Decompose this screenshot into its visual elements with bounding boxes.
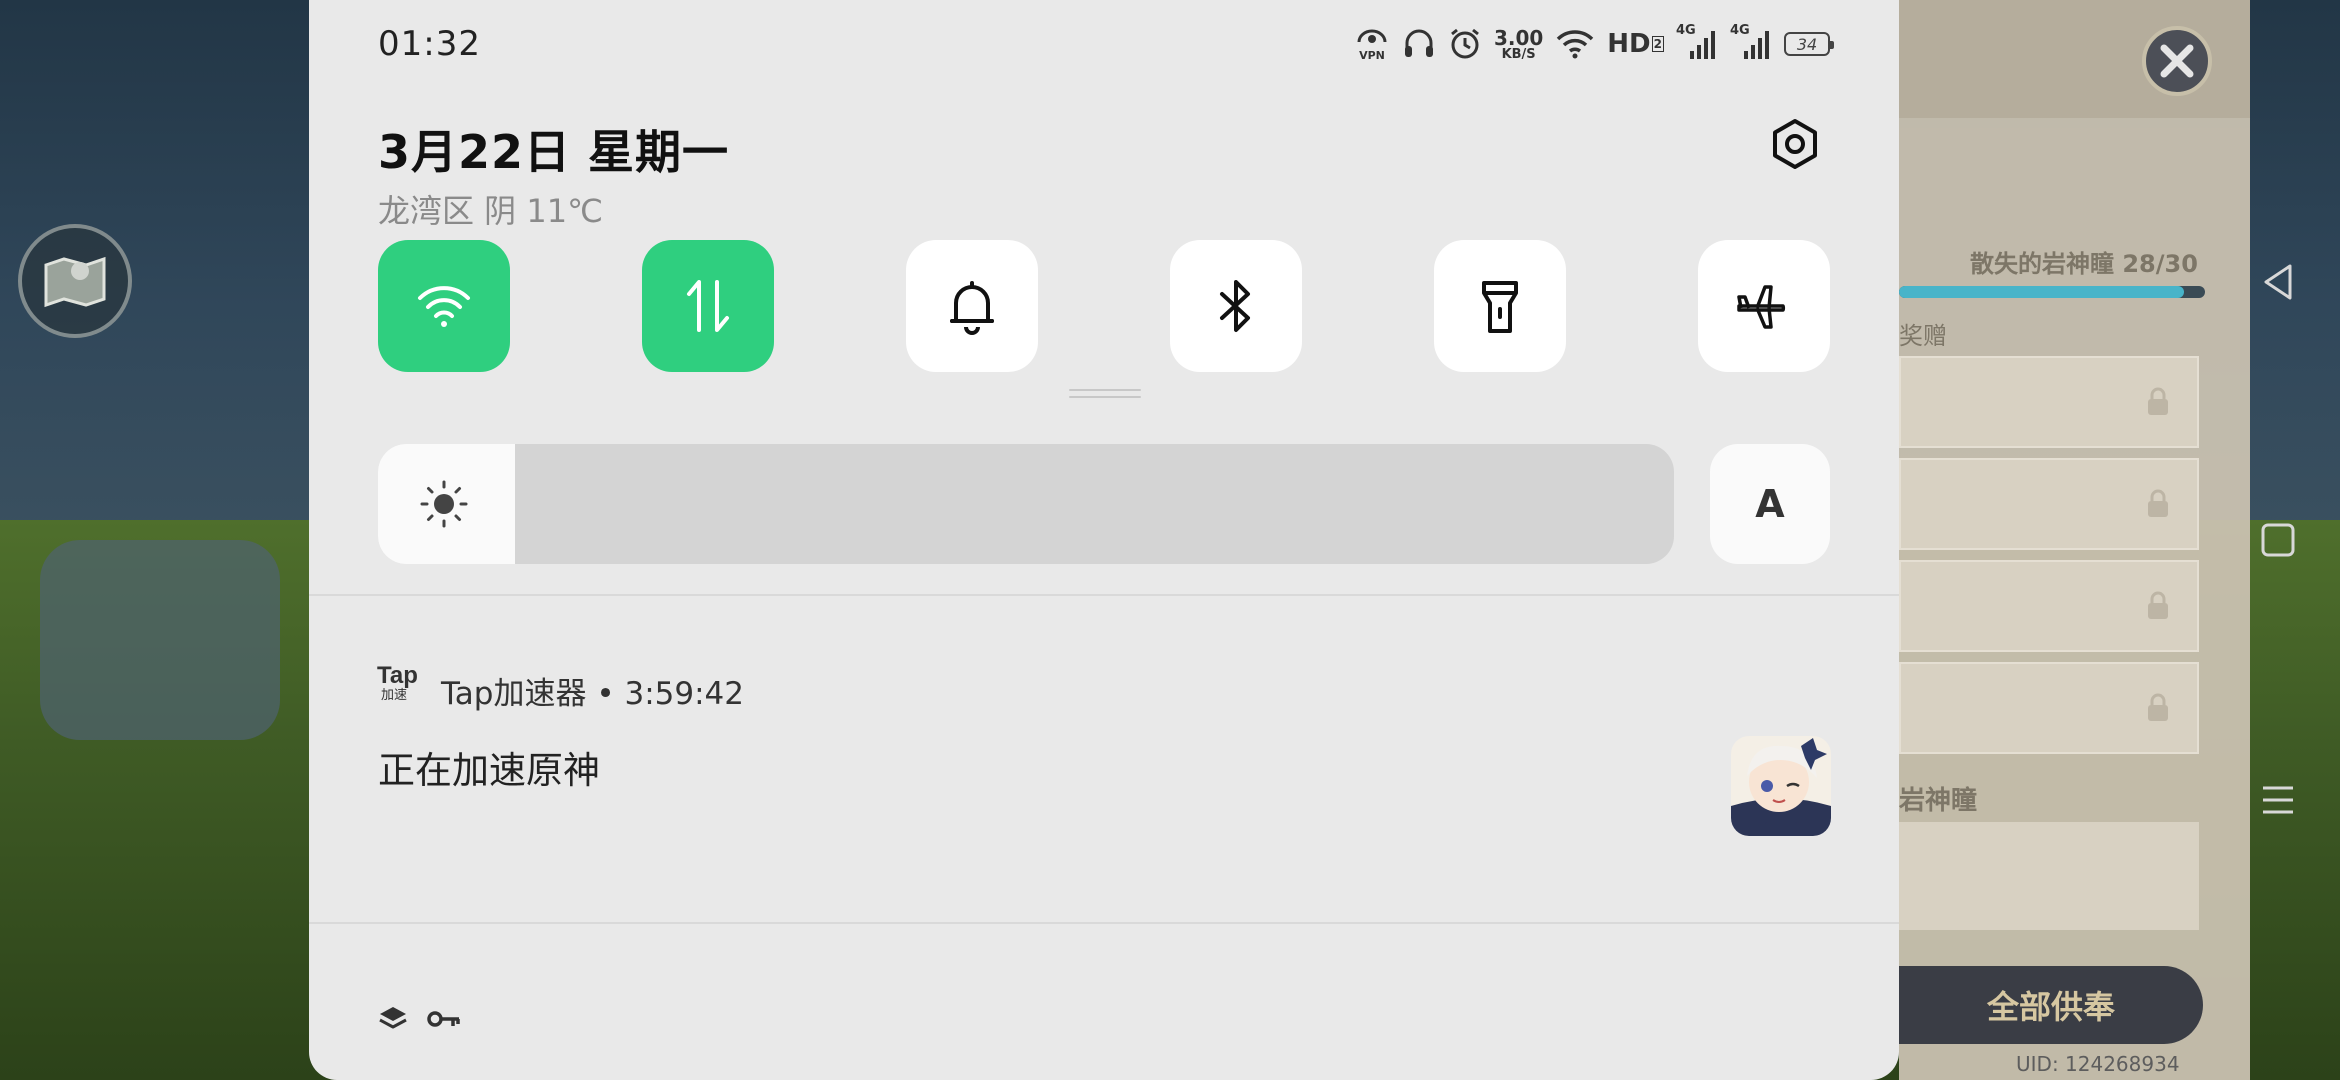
battery-level: 34	[1796, 34, 1818, 54]
notification-body[interactable]: 正在加速原神	[378, 740, 600, 794]
brightness-slider[interactable]	[378, 444, 1674, 564]
hd-voice-icon: HD 2	[1607, 29, 1664, 59]
status-icons: VPN 3.00 KB/S HD 2 4G 4G 34	[1354, 23, 1834, 62]
alarm-icon	[1448, 27, 1482, 61]
notification-header: Tap加速器 • 3:59:42	[441, 676, 744, 712]
signal-sim1-icon: 4G	[1676, 23, 1718, 61]
ring-toggle[interactable]	[906, 240, 1038, 372]
lock-icon	[2148, 489, 2168, 517]
vpn-label: VPN	[1359, 49, 1385, 62]
layers-icon	[379, 1007, 407, 1029]
network-speed-value: 3.00	[1493, 25, 1544, 50]
flashlight-toggle[interactable]	[1434, 240, 1566, 372]
signal-sim2-icon: 4G	[1730, 23, 1772, 61]
quest-title: 散失的岩神瞳 28/30	[1970, 250, 2198, 278]
airplane-toggle[interactable]	[1698, 240, 1830, 372]
sim2-type-label: 4G	[1730, 23, 1750, 38]
wifi-status-icon	[1555, 28, 1595, 60]
bluetooth-icon	[1220, 280, 1250, 332]
reward-row[interactable]	[1899, 662, 2199, 754]
hd-sub-label: 2	[1651, 36, 1664, 52]
genshin-app-thumbnail	[1731, 736, 1831, 836]
back-icon[interactable]	[2258, 262, 2298, 302]
flashlight-icon	[1482, 281, 1518, 333]
section-label-2: 岩神瞳	[1899, 786, 1978, 816]
status-time: 01:32	[378, 24, 481, 64]
section-label: 奖赠	[1899, 322, 1947, 350]
quest-progress-bar	[1899, 286, 2205, 298]
home-icon[interactable]	[2258, 520, 2298, 560]
auto-brightness-button[interactable]: A	[1710, 444, 1830, 564]
hd-label: HD	[1607, 29, 1651, 59]
offer-all-button[interactable]: 全部供奉	[1899, 966, 2203, 1044]
wifi-toggle[interactable]	[378, 240, 510, 372]
game-rock	[40, 540, 280, 740]
bluetooth-toggle[interactable]	[1170, 240, 1302, 372]
network-speed: 3.00 KB/S	[1494, 28, 1543, 61]
lock-icon	[2148, 693, 2168, 721]
quest-progress-fill	[1899, 286, 2185, 298]
key-icon	[427, 1011, 460, 1027]
notification-shade: 01:32 VPN 3.00 KB/S HD 2 4G 4G 34 3月22日 …	[309, 0, 1899, 1080]
divider	[309, 594, 1899, 596]
recents-icon[interactable]	[2258, 780, 2298, 820]
sun-icon	[420, 480, 468, 528]
reward-row[interactable]	[1899, 356, 2199, 448]
battery-icon: 34	[1784, 32, 1834, 56]
map-icon[interactable]	[18, 224, 132, 338]
shade-drag-handle[interactable]	[1069, 389, 1141, 399]
date-label: 3月22日 星期一	[378, 125, 730, 179]
tap-accelerator-app-icon: Tap 加速	[377, 664, 419, 706]
weather-label: 龙湾区 阴 11℃	[378, 192, 604, 230]
lock-icon	[2148, 591, 2168, 619]
app-icon-line1: Tap	[377, 662, 418, 689]
bell-icon	[950, 281, 994, 335]
lock-icon	[2148, 387, 2168, 415]
close-icon[interactable]	[2142, 26, 2212, 96]
settings-gear-icon[interactable]	[1767, 116, 1823, 172]
airplane-icon	[1737, 285, 1786, 329]
app-icon-line2: 加速	[381, 687, 408, 702]
vpn-icon: VPN	[1354, 26, 1390, 62]
offering-box	[1899, 822, 2199, 930]
divider	[309, 922, 1899, 924]
silent-notification-icons	[378, 1004, 462, 1034]
wifi-icon	[418, 286, 470, 327]
mobile-data-toggle[interactable]	[642, 240, 774, 372]
reward-row[interactable]	[1899, 560, 2199, 652]
sim1-type-label: 4G	[1676, 23, 1696, 38]
reward-row[interactable]	[1899, 458, 2199, 550]
mobile-data-icon	[687, 280, 729, 332]
network-speed-unit: KB/S	[1501, 46, 1536, 62]
headset-icon	[1402, 27, 1436, 61]
uid-label: UID: 124268934	[2016, 1052, 2180, 1076]
